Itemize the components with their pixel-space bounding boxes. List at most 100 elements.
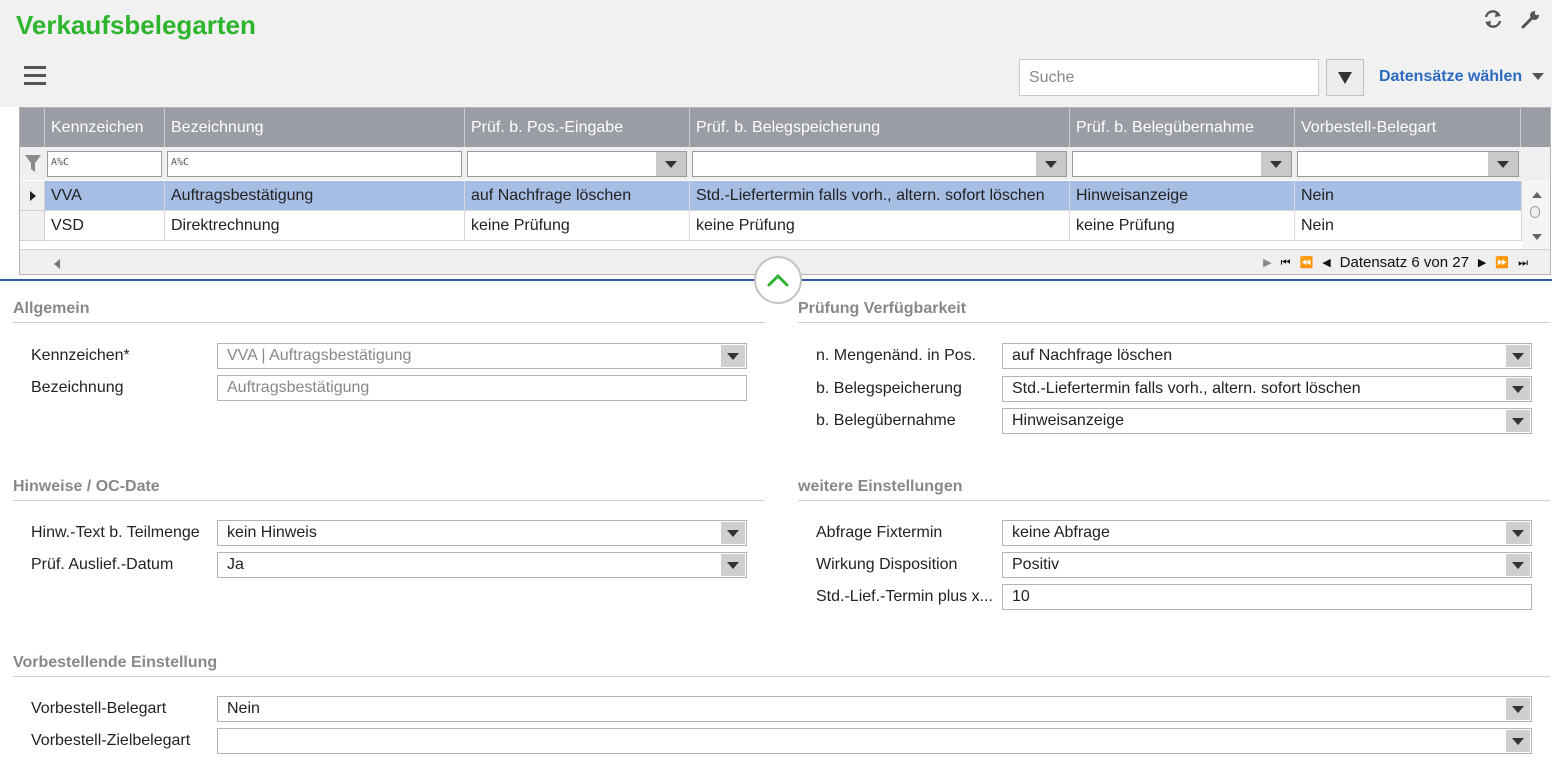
chevron-down-icon bbox=[1512, 385, 1524, 393]
field-value: VVA | Auftragsbestätigung bbox=[227, 347, 412, 364]
column-header[interactable]: Bezeichnung bbox=[165, 108, 465, 147]
filter-select-vorbestell[interactable] bbox=[1297, 151, 1519, 177]
field-value: Ja bbox=[227, 556, 244, 573]
field-label: Hinw.-Text b. Teilmenge bbox=[31, 524, 200, 541]
chevron-down-icon bbox=[1497, 160, 1509, 168]
disposition-select[interactable]: Positiv bbox=[1002, 552, 1532, 578]
chevron-down-icon bbox=[1512, 737, 1524, 745]
pager: ▶ ⏮ ⏪ ◀ Datensatz 6 von 27 ▶ ⏩ ⏭ bbox=[1263, 250, 1528, 274]
previous-record-icon[interactable]: ◀ bbox=[1322, 250, 1330, 274]
section-line bbox=[13, 322, 765, 323]
column-header[interactable]: Prüf. b. Pos.-Eingabe bbox=[465, 108, 690, 147]
filter-icon[interactable] bbox=[24, 154, 42, 179]
chevron-up-icon bbox=[767, 274, 789, 287]
table-row[interactable]: VVA Auftragsbestätigung auf Nachfrage lö… bbox=[20, 181, 1522, 211]
column-header[interactable]: Kennzeichen bbox=[45, 108, 165, 147]
table-cell: Direktrechnung bbox=[165, 211, 465, 241]
table-cell: Auftragsbestätigung bbox=[165, 181, 465, 211]
wrench-icon[interactable] bbox=[1518, 6, 1544, 32]
field-label: Kennzeichen* bbox=[31, 347, 130, 364]
fixtermin-select[interactable]: keine Abfrage bbox=[1002, 520, 1532, 546]
scroll-thumb[interactable] bbox=[1530, 206, 1540, 218]
field-value: Positiv bbox=[1012, 556, 1060, 573]
table-cell: auf Nachfrage löschen bbox=[465, 181, 690, 211]
field-label: b. Belegübernahme bbox=[816, 412, 956, 429]
field-label: Vorbestell-Zielbelegart bbox=[31, 732, 191, 749]
chevron-down-icon bbox=[727, 529, 739, 537]
beleguebernahme-select[interactable]: Hinweisanzeige bbox=[1002, 408, 1532, 434]
section-title-pruefung: Prüfung Verfügbarkeit bbox=[798, 300, 967, 317]
last-page-icon[interactable]: ⏭ bbox=[1518, 250, 1528, 274]
field-label: Bezeichnung bbox=[31, 379, 124, 396]
teilmenge-select[interactable]: kein Hinweis bbox=[217, 520, 747, 546]
section-title-weitere: weitere Einstellungen bbox=[798, 478, 963, 495]
field-label: Prüf. Auslief.-Datum bbox=[31, 556, 174, 573]
refresh-icon[interactable] bbox=[1480, 6, 1506, 32]
scroll-left-icon[interactable] bbox=[54, 259, 60, 269]
page-title: Verkaufsbelegarten bbox=[16, 10, 256, 40]
section-title-hinweise: Hinweise / OC-Date bbox=[13, 478, 160, 495]
kennzeichen-select[interactable]: VVA | Auftragsbestätigung bbox=[217, 343, 747, 369]
chevron-down-icon bbox=[1512, 352, 1524, 360]
next-page-icon[interactable]: ⏩ bbox=[1495, 250, 1509, 274]
scroll-down-icon[interactable] bbox=[1532, 234, 1542, 240]
field-value: auf Nachfrage löschen bbox=[1012, 347, 1173, 364]
vorbestell-belegart-select[interactable]: Nein bbox=[217, 696, 1532, 722]
pager-status: Datensatz 6 von 27 bbox=[1339, 254, 1469, 271]
menu-icon[interactable] bbox=[24, 66, 46, 86]
table-cell: VSD bbox=[45, 211, 165, 241]
header-corner bbox=[20, 108, 45, 147]
auslieferdatum-select[interactable]: Ja bbox=[217, 552, 747, 578]
chevron-down-icon bbox=[1045, 160, 1057, 168]
field-label: Std.-Lief.-Termin plus x... bbox=[816, 588, 993, 605]
table-row[interactable]: VSD Direktrechnung keine Prüfung keine P… bbox=[20, 211, 1522, 241]
column-header[interactable]: Vorbestell-Belegart bbox=[1295, 108, 1521, 147]
mengenaenderung-select[interactable]: auf Nachfrage löschen bbox=[1002, 343, 1532, 369]
chevron-down-icon[interactable] bbox=[1532, 73, 1544, 80]
chevron-down-icon bbox=[727, 561, 739, 569]
table-cell: Hinweisanzeige bbox=[1070, 181, 1295, 211]
select-records-link[interactable]: Datensätze wählen bbox=[1379, 68, 1522, 86]
field-label: n. Mengenänd. in Pos. bbox=[816, 347, 977, 364]
vorbestell-zielbelegart-select[interactable] bbox=[217, 728, 1532, 754]
table-cell: keine Prüfung bbox=[1070, 211, 1295, 241]
belegspeicherung-select[interactable]: Std.-Liefertermin falls vorh., altern. s… bbox=[1002, 376, 1532, 402]
section-line bbox=[798, 500, 1550, 501]
field-value: 10 bbox=[1012, 588, 1030, 605]
row-indicator bbox=[20, 211, 45, 241]
chevron-down-icon bbox=[1270, 160, 1282, 168]
column-header[interactable]: Prüf. b. Belegspeicherung bbox=[690, 108, 1070, 147]
filter-input-kennzeichen[interactable]: A%C bbox=[47, 151, 162, 177]
field-label: b. Belegspeicherung bbox=[816, 380, 962, 397]
filter-input-bezeichnung[interactable]: A%C bbox=[167, 151, 462, 177]
field-value: keine Abfrage bbox=[1012, 524, 1110, 541]
section-title-vorbestellend: Vorbestellende Einstellung bbox=[13, 654, 218, 671]
bezeichnung-field[interactable]: Auftragsbestätigung bbox=[217, 375, 747, 401]
filter-select-belegspeicherung[interactable] bbox=[692, 151, 1067, 177]
scroll-up-icon[interactable] bbox=[1532, 192, 1542, 198]
row-indicator bbox=[20, 181, 45, 211]
table-cell: Nein bbox=[1295, 181, 1522, 211]
grid-filter-row: A%C A%C bbox=[20, 147, 1550, 180]
scroll-right-icon[interactable]: ▶ bbox=[1263, 250, 1271, 274]
previous-page-icon[interactable]: ⏪ bbox=[1299, 250, 1313, 274]
table-cell: Std.-Liefertermin falls vorh., altern. s… bbox=[690, 181, 1070, 211]
filter-select-beleguebernahme[interactable] bbox=[1072, 151, 1292, 177]
filter-button[interactable] bbox=[1326, 59, 1364, 96]
liefertermin-plus-field[interactable]: 10 bbox=[1002, 584, 1532, 610]
search-input[interactable] bbox=[1019, 59, 1319, 96]
triangle-down-icon bbox=[1338, 71, 1352, 84]
first-page-icon[interactable]: ⏮ bbox=[1281, 250, 1291, 274]
next-record-icon[interactable]: ▶ bbox=[1478, 250, 1486, 274]
field-value: Auftragsbestätigung bbox=[227, 379, 370, 396]
vertical-scrollbar[interactable] bbox=[1522, 180, 1550, 249]
field-value: Nein bbox=[227, 700, 260, 717]
chevron-down-icon bbox=[1512, 529, 1524, 537]
collapse-button[interactable] bbox=[754, 256, 802, 304]
filter-select-pos-eingabe[interactable] bbox=[467, 151, 687, 177]
field-label: Vorbestell-Belegart bbox=[31, 700, 167, 717]
field-label: Wirkung Disposition bbox=[816, 556, 958, 573]
section-line bbox=[798, 322, 1550, 323]
table-cell: keine Prüfung bbox=[690, 211, 1070, 241]
column-header[interactable]: Prüf. b. Belegübernahme bbox=[1070, 108, 1295, 147]
